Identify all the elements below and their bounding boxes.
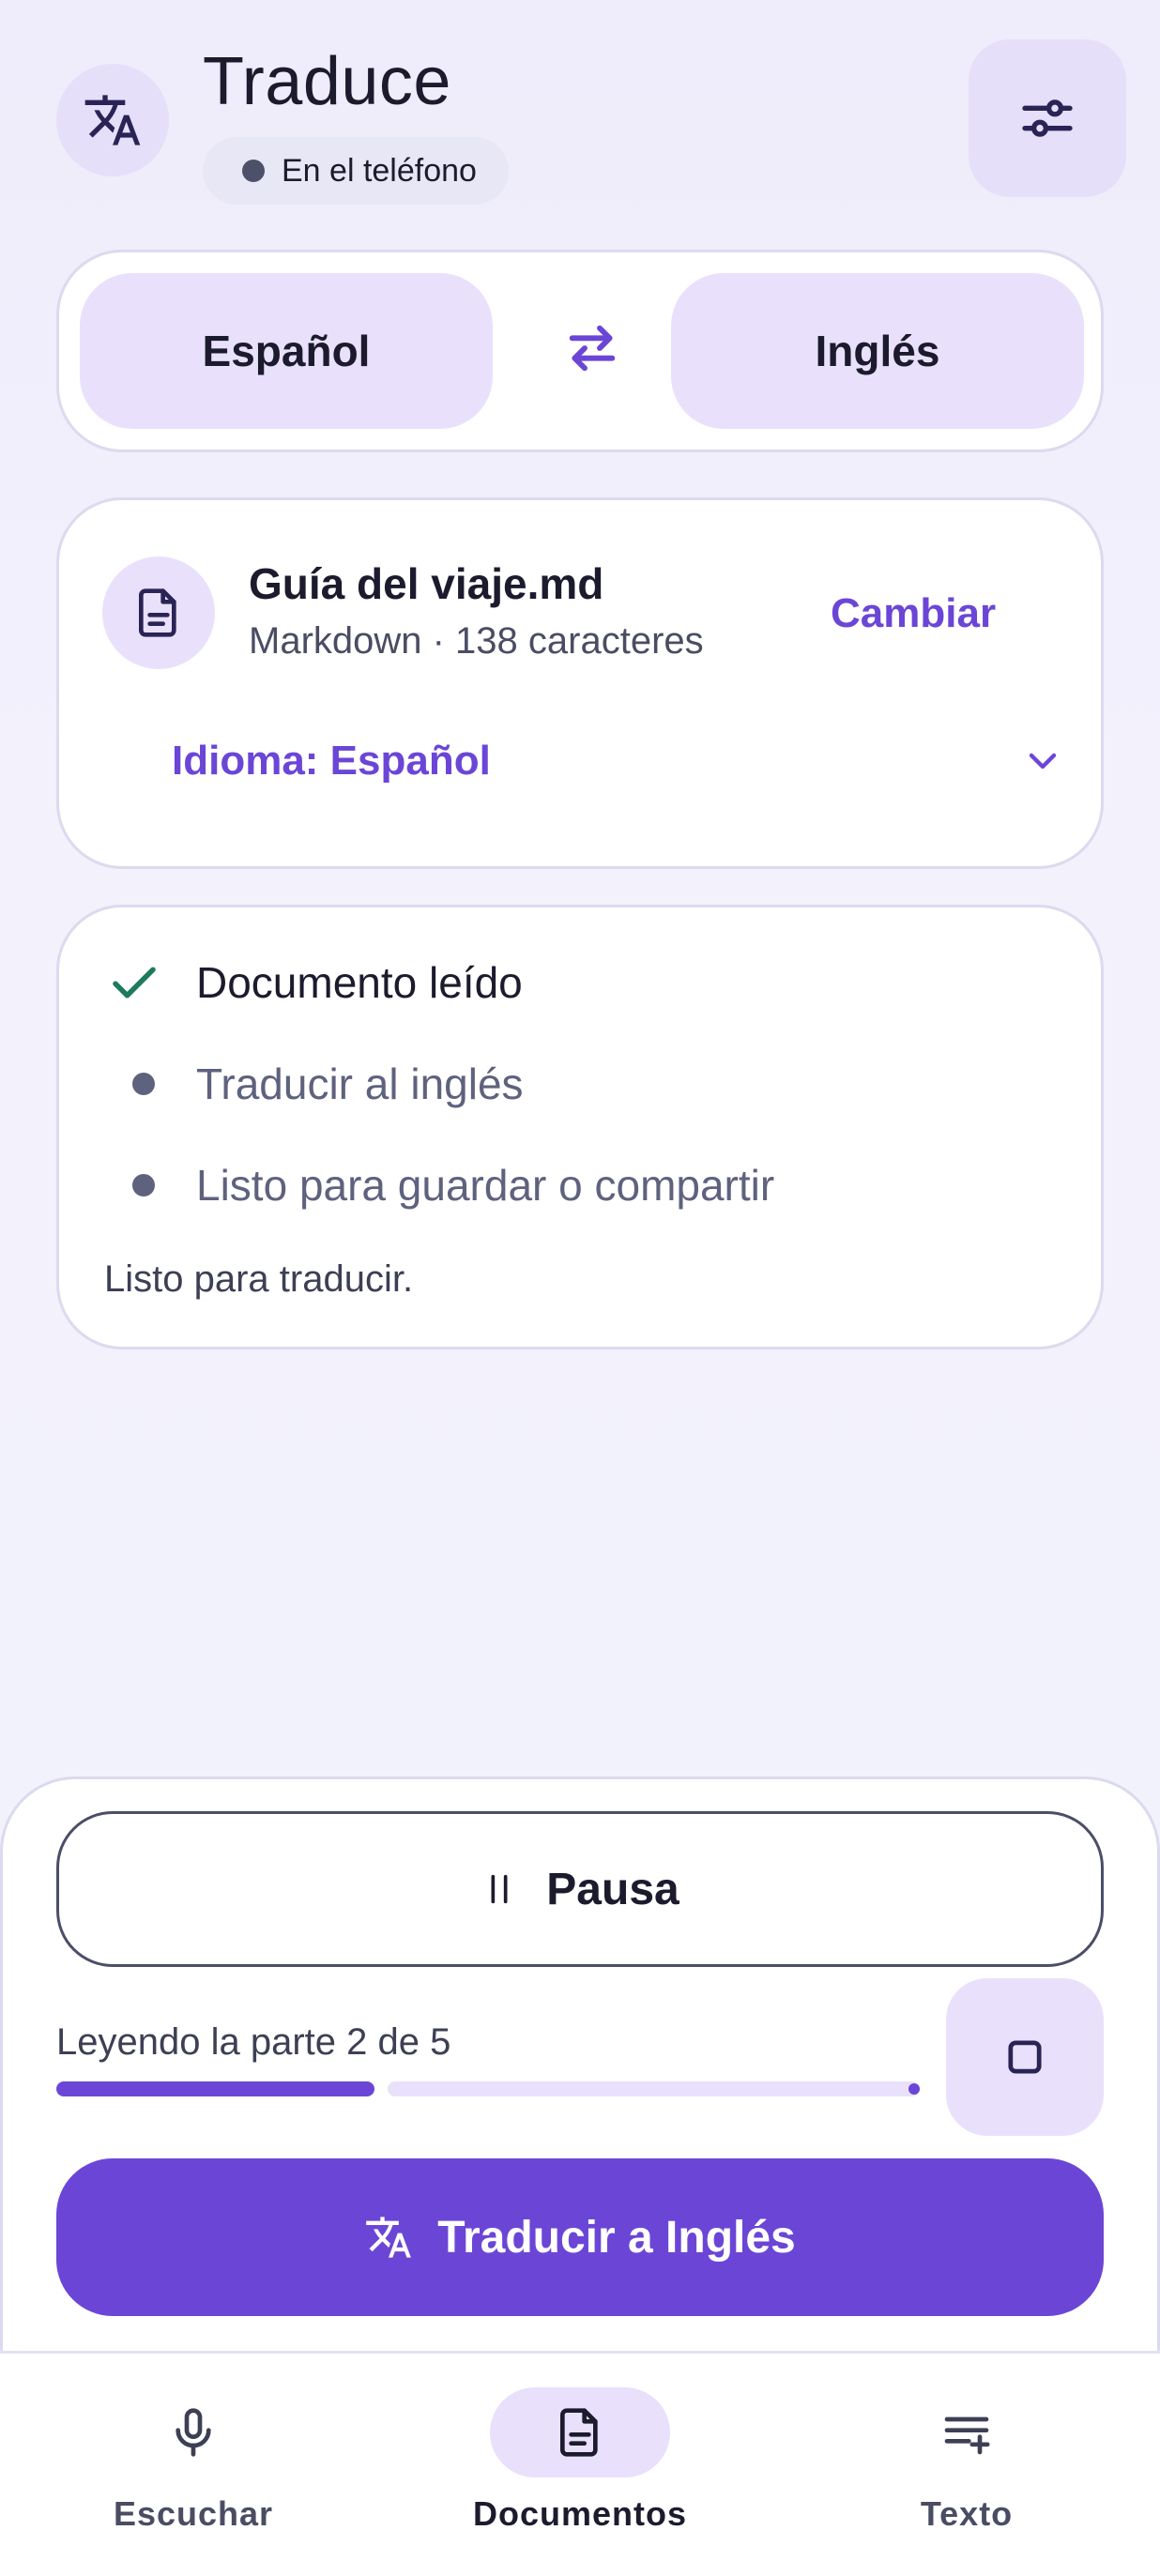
- swap-icon: [569, 325, 616, 372]
- pause-label: Pausa: [546, 1864, 679, 1914]
- stop-button[interactable]: [946, 1978, 1104, 2136]
- check-icon: [113, 967, 156, 998]
- pause-button[interactable]: Pausa: [56, 1811, 1104, 1967]
- step-label: Listo para guardar o compartir: [196, 1161, 775, 1210]
- document-language-label: Idioma: Español: [172, 738, 491, 784]
- document-language-dropdown[interactable]: Idioma: Español: [172, 712, 1065, 810]
- nav-item-documentos[interactable]: Documentos: [430, 2387, 730, 2556]
- progress-fill: [56, 2081, 374, 2096]
- document-icon: [102, 556, 215, 669]
- source-language-button[interactable]: Español: [80, 273, 493, 429]
- file-icon: [139, 588, 176, 637]
- progress-steps-card: Documento leído Traducir al inglés Listo…: [56, 905, 1104, 1349]
- nav-item-texto[interactable]: Texto: [817, 2387, 1117, 2556]
- pending-dot-icon: [132, 1174, 155, 1197]
- reading-progress-bar: [56, 2081, 920, 2096]
- step-label: Documento leído: [196, 958, 523, 1007]
- status-label: En el teléfono: [282, 152, 477, 189]
- nav-label: Escuchar: [113, 2494, 274, 2533]
- settings-button[interactable]: [969, 39, 1126, 197]
- nav-item-escuchar[interactable]: Escuchar: [43, 2387, 343, 2556]
- nav-icon-container: [103, 2387, 283, 2477]
- step-item: Documento leído: [106, 954, 523, 1011]
- translate-icon: [366, 2217, 412, 2258]
- language-selector: Español Inglés: [56, 250, 1104, 452]
- step-label: Traducir al inglés: [196, 1059, 524, 1108]
- document-icon: [560, 2408, 598, 2457]
- bottom-navigation: Escuchar Documentos Texto: [0, 2351, 1160, 2576]
- nav-icon-container: [490, 2387, 670, 2477]
- change-document-button[interactable]: Cambiar: [831, 590, 996, 637]
- text-add-icon: [944, 2416, 990, 2455]
- status-chip: En el teléfono: [203, 137, 509, 205]
- pending-dot-icon: [132, 1073, 155, 1095]
- translate-icon: [84, 95, 141, 145]
- pause-icon: [491, 1874, 508, 1904]
- swap-languages-button[interactable]: [536, 292, 649, 404]
- document-card: Guía del viaje.md Markdown · 138 caracte…: [56, 497, 1104, 869]
- reading-progress-label: Leyendo la parte 2 de 5: [56, 2021, 451, 2063]
- nav-label: Documentos: [472, 2494, 688, 2533]
- chevron-down-icon: [1029, 753, 1057, 770]
- step-item: Listo para guardar o compartir: [106, 1157, 774, 1213]
- status-dot: [242, 160, 265, 182]
- progress-remaining: [388, 2081, 920, 2096]
- step-item: Traducir al inglés: [106, 1056, 524, 1112]
- translate-button[interactable]: Traducir a Inglés: [56, 2158, 1104, 2316]
- target-language-button[interactable]: Inglés: [671, 273, 1084, 429]
- nav-label: Texto: [920, 2494, 1014, 2533]
- tune-icon: [1022, 99, 1073, 137]
- mic-icon: [176, 2408, 211, 2457]
- app-title: Traduce: [203, 44, 451, 119]
- app-translate-icon: [56, 64, 169, 176]
- steps-status-text: Listo para traducir.: [104, 1258, 414, 1300]
- nav-icon-container: [877, 2387, 1057, 2477]
- document-meta: Markdown · 138 caracteres: [249, 620, 704, 662]
- progress-end-dot: [908, 2083, 920, 2095]
- stop-icon: [1008, 2040, 1042, 2074]
- document-name: Guía del viaje.md: [249, 559, 604, 608]
- translate-button-label: Traducir a Inglés: [437, 2212, 796, 2263]
